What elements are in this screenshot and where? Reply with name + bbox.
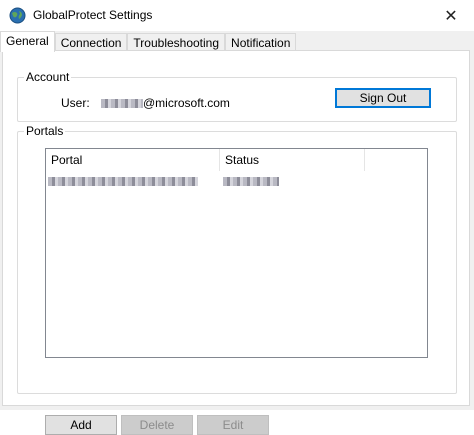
redacted-username <box>101 99 143 108</box>
tab-strip: General Connection Troubleshooting Notif… <box>0 31 297 52</box>
portals-content: Portal Status Add Delete Edit <box>17 124 457 435</box>
sign-out-button[interactable]: Sign Out <box>335 88 431 108</box>
tab-general[interactable]: General <box>0 31 55 52</box>
user-domain: @microsoft.com <box>143 96 230 110</box>
close-button[interactable]: ✕ <box>428 0 474 31</box>
account-content: User: @microsoft.com Sign Out <box>17 70 457 122</box>
portal-row[interactable] <box>46 176 427 188</box>
user-label: User: <box>61 96 90 110</box>
globe-icon <box>9 7 26 24</box>
portal-list-header: Portal Status <box>46 149 427 171</box>
portal-list[interactable]: Portal Status <box>45 148 428 358</box>
title-bar: GlobalProtect Settings ✕ <box>0 0 474 31</box>
close-icon: ✕ <box>444 7 458 25</box>
column-header-status[interactable]: Status <box>220 149 365 171</box>
user-value: @microsoft.com <box>101 96 230 110</box>
delete-button[interactable]: Delete <box>121 415 193 435</box>
general-tab-panel: Account User: @microsoft.com Sign Out Po… <box>2 50 470 435</box>
column-header-portal[interactable]: Portal <box>46 149 220 171</box>
window-title: GlobalProtect Settings <box>33 8 153 22</box>
redacted-portal-address <box>48 177 198 186</box>
edit-button[interactable]: Edit <box>197 415 269 435</box>
redacted-portal-status <box>223 177 279 186</box>
add-button[interactable]: Add <box>45 415 117 435</box>
